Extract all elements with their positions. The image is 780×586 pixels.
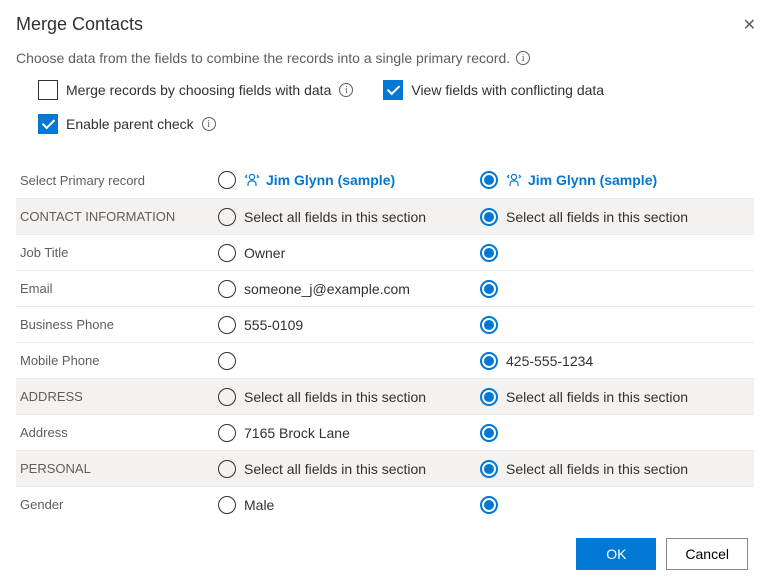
options-group: Merge records by choosing fields with da… (38, 80, 764, 148)
option-row-1: Merge records by choosing fields with da… (38, 80, 764, 100)
field-label: ADDRESS (16, 378, 214, 414)
field-label: PERSONAL (16, 450, 214, 486)
field-right-value: Select all fields in this section (506, 461, 688, 477)
field-left-cell: someone_j@example.com (214, 270, 476, 306)
field-right-cell: Select all fields in this section (476, 198, 754, 234)
checkbox-box (38, 114, 58, 134)
field-left-cell: Select all fields in this section (214, 450, 476, 486)
dialog-footer: OK Cancel (16, 522, 764, 586)
field-label: Job Title (16, 234, 214, 270)
field-left-radio[interactable] (218, 388, 236, 406)
field-right-value: 425-555-1234 (506, 353, 593, 369)
field-right-cell: Select all fields in this section (476, 450, 754, 486)
primary-record-label: Select Primary record (16, 162, 214, 198)
field-right-cell (476, 270, 754, 306)
merge-contacts-dialog: Merge Contacts ✕ Choose data from the fi… (0, 0, 780, 586)
record-right-cell: Jim Glynn (sample) (476, 162, 754, 198)
record-right-name: Jim Glynn (sample) (528, 172, 657, 188)
dialog-title: Merge Contacts (16, 14, 143, 35)
checkbox-box (38, 80, 58, 100)
field-left-value: Owner (244, 245, 285, 261)
view-conflicting-checkbox[interactable]: View fields with conflicting data (383, 80, 604, 100)
field-left-cell (214, 342, 476, 378)
field-right-cell (476, 234, 754, 270)
field-left-radio[interactable] (218, 316, 236, 334)
ok-button[interactable]: OK (576, 538, 656, 570)
option-row-2: Enable parent check (38, 114, 764, 134)
info-icon[interactable] (339, 83, 353, 97)
dialog-header: Merge Contacts ✕ (16, 14, 764, 38)
field-left-value: 555-0109 (244, 317, 303, 333)
field-right-radio[interactable] (480, 352, 498, 370)
field-left-cell: Select all fields in this section (214, 198, 476, 234)
field-left-cell: Select all fields in this section (214, 378, 476, 414)
cancel-button[interactable]: Cancel (666, 538, 748, 570)
field-label: Email (16, 270, 214, 306)
checkbox-label: Merge records by choosing fields with da… (66, 82, 331, 98)
description-text: Choose data from the fields to combine t… (16, 50, 510, 66)
field-grid: Select Primary record Jim Glynn (sample) (16, 162, 754, 522)
field-left-radio[interactable] (218, 244, 236, 262)
checkbox-label: Enable parent check (66, 116, 194, 132)
field-left-value: someone_j@example.com (244, 281, 410, 297)
field-right-cell: 425-555-1234 (476, 342, 754, 378)
field-right-radio[interactable] (480, 460, 498, 478)
field-left-radio[interactable] (218, 496, 236, 514)
field-left-value: Select all fields in this section (244, 461, 426, 477)
field-left-radio[interactable] (218, 460, 236, 478)
checkbox-box (383, 80, 403, 100)
field-left-value: Select all fields in this section (244, 389, 426, 405)
checkbox-label: View fields with conflicting data (411, 82, 604, 98)
field-label: CONTACT INFORMATION (16, 198, 214, 234)
field-right-cell (476, 486, 754, 522)
field-left-radio[interactable] (218, 352, 236, 370)
field-label: Gender (16, 486, 214, 522)
record-left-name: Jim Glynn (sample) (266, 172, 395, 188)
field-left-radio[interactable] (218, 424, 236, 442)
field-right-cell (476, 306, 754, 342)
field-left-radio[interactable] (218, 208, 236, 226)
field-right-radio[interactable] (480, 424, 498, 442)
field-left-cell: 555-0109 (214, 306, 476, 342)
field-right-value: Select all fields in this section (506, 389, 688, 405)
close-icon[interactable]: ✕ (735, 14, 764, 38)
field-left-value: Select all fields in this section (244, 209, 426, 225)
field-left-cell: 7165 Brock Lane (214, 414, 476, 450)
record-left-link[interactable]: Jim Glynn (sample) (244, 172, 395, 188)
field-label: Business Phone (16, 306, 214, 342)
info-icon[interactable] (516, 51, 530, 65)
merge-by-fields-checkbox[interactable]: Merge records by choosing fields with da… (38, 80, 353, 100)
field-right-radio[interactable] (480, 280, 498, 298)
field-right-radio[interactable] (480, 316, 498, 334)
field-right-radio[interactable] (480, 208, 498, 226)
field-right-cell (476, 414, 754, 450)
enable-parent-checkbox[interactable]: Enable parent check (38, 114, 216, 134)
field-label: Mobile Phone (16, 342, 214, 378)
field-left-radio[interactable] (218, 280, 236, 298)
field-left-cell: Owner (214, 234, 476, 270)
field-left-cell: Male (214, 486, 476, 522)
field-left-value: Male (244, 497, 274, 513)
field-right-value: Select all fields in this section (506, 209, 688, 225)
record-left-radio[interactable] (218, 171, 236, 189)
info-icon[interactable] (202, 117, 216, 131)
field-right-radio[interactable] (480, 388, 498, 406)
record-right-link[interactable]: Jim Glynn (sample) (506, 172, 657, 188)
contact-icon (506, 172, 522, 188)
field-grid-scroll[interactable]: Select Primary record Jim Glynn (sample) (16, 162, 764, 522)
field-label: Address (16, 414, 214, 450)
contact-icon (244, 172, 260, 188)
field-right-radio[interactable] (480, 244, 498, 262)
field-right-cell: Select all fields in this section (476, 378, 754, 414)
dialog-description: Choose data from the fields to combine t… (16, 50, 764, 66)
record-right-radio[interactable] (480, 171, 498, 189)
record-left-cell: Jim Glynn (sample) (214, 162, 476, 198)
field-left-value: 7165 Brock Lane (244, 425, 350, 441)
field-right-radio[interactable] (480, 496, 498, 514)
